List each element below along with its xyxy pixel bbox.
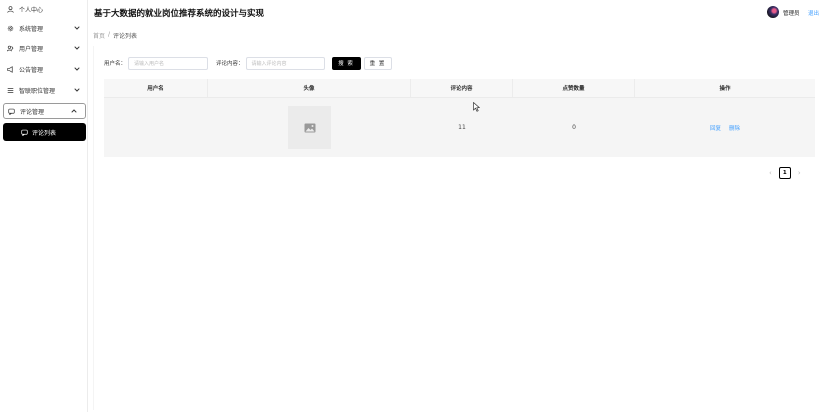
search-bar: 用户名： 请输入用户名 评论内容： 请输入评论内容 搜 索 重 置 [104,56,392,70]
chevron-down-icon [74,46,80,50]
page-number-current[interactable]: 1 [778,167,791,179]
breadcrumb: 首页 / 评论列表 [93,31,137,40]
avatar[interactable] [767,6,779,18]
sidebar-item-announcements[interactable]: 公告管理 [0,61,88,77]
column-header-content: 评论内容 [411,79,513,97]
top-header: 基于大数据的就业岗位推荐系统的设计与实现 管理员 退出 [88,0,830,26]
cell-likes: 0 [572,124,576,131]
user-name: 管理员 [783,11,800,17]
main-content: 用户名： 请输入用户名 评论内容： 请输入评论内容 搜 索 重 置 用户名 头像… [93,46,823,410]
cell-username [104,98,208,157]
sidebar-item-label: 公告管理 [19,66,44,74]
logout-link[interactable]: 退出 [808,9,819,17]
search-button[interactable]: 搜 索 [331,56,361,70]
next-page-button[interactable]: › [798,169,801,177]
content-input[interactable]: 请输入评论内容 [245,56,325,70]
table-row: 11 0 回复 删除 [104,97,815,157]
pagination: ‹ 1 › [769,167,801,179]
breadcrumb-separator: / [108,31,111,38]
comment-icon [21,129,28,136]
reply-button[interactable]: 回复 [710,124,721,132]
column-header-avatar: 头像 [208,79,411,97]
delete-button[interactable]: 删除 [729,124,740,132]
username-label: 用户名： [104,61,127,67]
content-label: 评论内容： [216,61,244,67]
breadcrumb-current: 评论列表 [113,33,138,40]
sidebar-item-profile[interactable]: 个人中心 [0,1,88,17]
reset-button[interactable]: 重 置 [363,56,392,70]
sidebar: 个人中心 系统管理 用户管理 公告管理 智联职位管理 评论管理 评论列表 [0,0,88,412]
list-icon [7,87,14,94]
chevron-up-icon [71,109,77,113]
mouse-cursor-icon [473,101,481,114]
table-header: 用户名 头像 评论内容 点赞数量 操作 [104,79,815,97]
sidebar-subitem-comment-list[interactable]: 评论列表 [3,123,86,141]
gear-icon [7,25,14,32]
sidebar-item-users[interactable]: 用户管理 [0,40,88,56]
sidebar-item-label: 评论管理 [20,108,45,116]
cell-actions: 回复 删除 [635,98,815,157]
cell-content: 11 [458,124,466,131]
cell-avatar [208,98,411,157]
megaphone-icon [7,65,14,73]
sidebar-item-label: 系统管理 [19,25,44,33]
sidebar-subitem-label: 评论列表 [32,129,57,137]
sidebar-item-comments[interactable]: 评论管理 [3,103,86,119]
sidebar-item-label: 智联职位管理 [19,87,56,95]
sidebar-item-jobs[interactable]: 智联职位管理 [0,82,88,98]
column-header-username: 用户名 [104,79,208,97]
sidebar-item-label: 用户管理 [19,45,44,53]
username-placeholder: 请输入用户名 [134,60,165,67]
chevron-down-icon [74,26,80,30]
chevron-down-icon [74,67,80,71]
chevron-down-icon [74,88,80,92]
comment-table: 用户名 头像 评论内容 点赞数量 操作 11 0 回复 删除 [104,79,815,157]
prev-page-button[interactable]: ‹ [769,169,772,177]
app-title: 基于大数据的就业岗位推荐系统的设计与实现 [94,9,265,19]
comment-icon [8,108,15,115]
sidebar-item-label: 个人中心 [19,6,44,14]
username-input[interactable]: 请输入用户名 [128,56,209,70]
user-icon [7,5,14,13]
sidebar-item-system[interactable]: 系统管理 [0,20,88,36]
users-icon [7,45,14,52]
column-header-likes: 点赞数量 [513,79,635,97]
column-header-actions: 操作 [719,86,731,92]
breadcrumb-home[interactable]: 首页 [93,31,105,40]
image-placeholder-icon [288,106,331,149]
content-placeholder: 请输入评论内容 [251,60,287,67]
